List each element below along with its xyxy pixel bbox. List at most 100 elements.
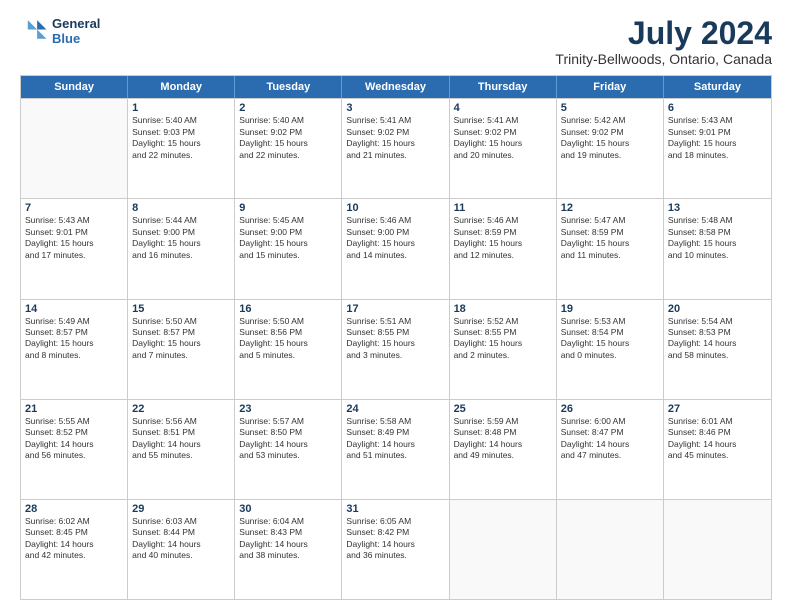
calendar-cell: 8Sunrise: 5:44 AM Sunset: 9:00 PM Daylig…: [128, 199, 235, 298]
calendar-header: SundayMondayTuesdayWednesdayThursdayFrid…: [21, 76, 771, 98]
cell-date: 18: [454, 303, 552, 315]
calendar-cell: 10Sunrise: 5:46 AM Sunset: 9:00 PM Dayli…: [342, 199, 449, 298]
cell-info: Sunrise: 5:54 AM Sunset: 8:53 PM Dayligh…: [668, 316, 767, 362]
day-header-tuesday: Tuesday: [235, 76, 342, 98]
calendar-cell: 6Sunrise: 5:43 AM Sunset: 9:01 PM Daylig…: [664, 99, 771, 198]
logo: General Blue: [20, 16, 100, 46]
cell-info: Sunrise: 6:05 AM Sunset: 8:42 PM Dayligh…: [346, 516, 444, 562]
calendar: SundayMondayTuesdayWednesdayThursdayFrid…: [20, 75, 772, 600]
week-row-2: 14Sunrise: 5:49 AM Sunset: 8:57 PM Dayli…: [21, 299, 771, 399]
cell-date: 31: [346, 503, 444, 515]
day-header-wednesday: Wednesday: [342, 76, 449, 98]
day-header-monday: Monday: [128, 76, 235, 98]
calendar-cell: [557, 500, 664, 599]
day-header-friday: Friday: [557, 76, 664, 98]
cell-date: 6: [668, 102, 767, 114]
cell-info: Sunrise: 5:56 AM Sunset: 8:51 PM Dayligh…: [132, 416, 230, 462]
cell-date: 22: [132, 403, 230, 415]
calendar-cell: 22Sunrise: 5:56 AM Sunset: 8:51 PM Dayli…: [128, 400, 235, 499]
cell-date: 7: [25, 202, 123, 214]
cell-date: 1: [132, 102, 230, 114]
cell-info: Sunrise: 5:48 AM Sunset: 8:58 PM Dayligh…: [668, 215, 767, 261]
cell-date: 26: [561, 403, 659, 415]
calendar-cell: 30Sunrise: 6:04 AM Sunset: 8:43 PM Dayli…: [235, 500, 342, 599]
calendar-cell: 1Sunrise: 5:40 AM Sunset: 9:03 PM Daylig…: [128, 99, 235, 198]
calendar-cell: 23Sunrise: 5:57 AM Sunset: 8:50 PM Dayli…: [235, 400, 342, 499]
cell-info: Sunrise: 5:49 AM Sunset: 8:57 PM Dayligh…: [25, 316, 123, 362]
cell-date: 8: [132, 202, 230, 214]
title-block: July 2024 Trinity-Bellwoods, Ontario, Ca…: [555, 16, 772, 67]
cell-date: 30: [239, 503, 337, 515]
cell-date: 25: [454, 403, 552, 415]
location-title: Trinity-Bellwoods, Ontario, Canada: [555, 51, 772, 67]
cell-date: 21: [25, 403, 123, 415]
cell-info: Sunrise: 5:46 AM Sunset: 9:00 PM Dayligh…: [346, 215, 444, 261]
cell-info: Sunrise: 5:59 AM Sunset: 8:48 PM Dayligh…: [454, 416, 552, 462]
calendar-cell: 19Sunrise: 5:53 AM Sunset: 8:54 PM Dayli…: [557, 300, 664, 399]
cell-info: Sunrise: 5:58 AM Sunset: 8:49 PM Dayligh…: [346, 416, 444, 462]
week-row-0: 1Sunrise: 5:40 AM Sunset: 9:03 PM Daylig…: [21, 98, 771, 198]
calendar-cell: 26Sunrise: 6:00 AM Sunset: 8:47 PM Dayli…: [557, 400, 664, 499]
cell-info: Sunrise: 5:50 AM Sunset: 8:56 PM Dayligh…: [239, 316, 337, 362]
calendar-cell: 18Sunrise: 5:52 AM Sunset: 8:55 PM Dayli…: [450, 300, 557, 399]
cell-info: Sunrise: 5:41 AM Sunset: 9:02 PM Dayligh…: [454, 115, 552, 161]
cell-info: Sunrise: 5:41 AM Sunset: 9:02 PM Dayligh…: [346, 115, 444, 161]
cell-info: Sunrise: 5:40 AM Sunset: 9:03 PM Dayligh…: [132, 115, 230, 161]
calendar-cell: 7Sunrise: 5:43 AM Sunset: 9:01 PM Daylig…: [21, 199, 128, 298]
cell-date: 11: [454, 202, 552, 214]
calendar-cell: 21Sunrise: 5:55 AM Sunset: 8:52 PM Dayli…: [21, 400, 128, 499]
cell-info: Sunrise: 5:40 AM Sunset: 9:02 PM Dayligh…: [239, 115, 337, 161]
cell-date: 15: [132, 303, 230, 315]
cell-date: 9: [239, 202, 337, 214]
header: General Blue July 2024 Trinity-Bellwoods…: [20, 16, 772, 67]
page: General Blue July 2024 Trinity-Bellwoods…: [0, 0, 792, 612]
calendar-cell: 5Sunrise: 5:42 AM Sunset: 9:02 PM Daylig…: [557, 99, 664, 198]
calendar-cell: 17Sunrise: 5:51 AM Sunset: 8:55 PM Dayli…: [342, 300, 449, 399]
calendar-cell: 28Sunrise: 6:02 AM Sunset: 8:45 PM Dayli…: [21, 500, 128, 599]
cell-date: 10: [346, 202, 444, 214]
cell-info: Sunrise: 5:47 AM Sunset: 8:59 PM Dayligh…: [561, 215, 659, 261]
logo-icon: [20, 17, 48, 45]
cell-info: Sunrise: 5:53 AM Sunset: 8:54 PM Dayligh…: [561, 316, 659, 362]
month-title: July 2024: [555, 16, 772, 51]
week-row-4: 28Sunrise: 6:02 AM Sunset: 8:45 PM Dayli…: [21, 499, 771, 599]
calendar-cell: [21, 99, 128, 198]
week-row-3: 21Sunrise: 5:55 AM Sunset: 8:52 PM Dayli…: [21, 399, 771, 499]
cell-date: 24: [346, 403, 444, 415]
cell-date: 4: [454, 102, 552, 114]
cell-info: Sunrise: 5:45 AM Sunset: 9:00 PM Dayligh…: [239, 215, 337, 261]
cell-date: 28: [25, 503, 123, 515]
calendar-cell: [450, 500, 557, 599]
cell-info: Sunrise: 5:57 AM Sunset: 8:50 PM Dayligh…: [239, 416, 337, 462]
calendar-cell: 25Sunrise: 5:59 AM Sunset: 8:48 PM Dayli…: [450, 400, 557, 499]
calendar-cell: 24Sunrise: 5:58 AM Sunset: 8:49 PM Dayli…: [342, 400, 449, 499]
calendar-cell: 11Sunrise: 5:46 AM Sunset: 8:59 PM Dayli…: [450, 199, 557, 298]
calendar-body: 1Sunrise: 5:40 AM Sunset: 9:03 PM Daylig…: [21, 98, 771, 599]
day-header-saturday: Saturday: [664, 76, 771, 98]
cell-info: Sunrise: 6:00 AM Sunset: 8:47 PM Dayligh…: [561, 416, 659, 462]
calendar-cell: 16Sunrise: 5:50 AM Sunset: 8:56 PM Dayli…: [235, 300, 342, 399]
cell-date: 23: [239, 403, 337, 415]
cell-info: Sunrise: 5:55 AM Sunset: 8:52 PM Dayligh…: [25, 416, 123, 462]
cell-info: Sunrise: 5:42 AM Sunset: 9:02 PM Dayligh…: [561, 115, 659, 161]
day-header-thursday: Thursday: [450, 76, 557, 98]
cell-info: Sunrise: 5:43 AM Sunset: 9:01 PM Dayligh…: [668, 115, 767, 161]
cell-date: 29: [132, 503, 230, 515]
calendar-cell: 20Sunrise: 5:54 AM Sunset: 8:53 PM Dayli…: [664, 300, 771, 399]
cell-date: 5: [561, 102, 659, 114]
cell-info: Sunrise: 5:44 AM Sunset: 9:00 PM Dayligh…: [132, 215, 230, 261]
calendar-cell: 12Sunrise: 5:47 AM Sunset: 8:59 PM Dayli…: [557, 199, 664, 298]
calendar-cell: 3Sunrise: 5:41 AM Sunset: 9:02 PM Daylig…: [342, 99, 449, 198]
cell-date: 16: [239, 303, 337, 315]
cell-info: Sunrise: 5:46 AM Sunset: 8:59 PM Dayligh…: [454, 215, 552, 261]
cell-info: Sunrise: 5:50 AM Sunset: 8:57 PM Dayligh…: [132, 316, 230, 362]
cell-date: 19: [561, 303, 659, 315]
cell-info: Sunrise: 6:04 AM Sunset: 8:43 PM Dayligh…: [239, 516, 337, 562]
cell-date: 13: [668, 202, 767, 214]
calendar-cell: 29Sunrise: 6:03 AM Sunset: 8:44 PM Dayli…: [128, 500, 235, 599]
calendar-cell: 4Sunrise: 5:41 AM Sunset: 9:02 PM Daylig…: [450, 99, 557, 198]
cell-date: 3: [346, 102, 444, 114]
calendar-cell: 14Sunrise: 5:49 AM Sunset: 8:57 PM Dayli…: [21, 300, 128, 399]
calendar-cell: 27Sunrise: 6:01 AM Sunset: 8:46 PM Dayli…: [664, 400, 771, 499]
calendar-cell: 2Sunrise: 5:40 AM Sunset: 9:02 PM Daylig…: [235, 99, 342, 198]
